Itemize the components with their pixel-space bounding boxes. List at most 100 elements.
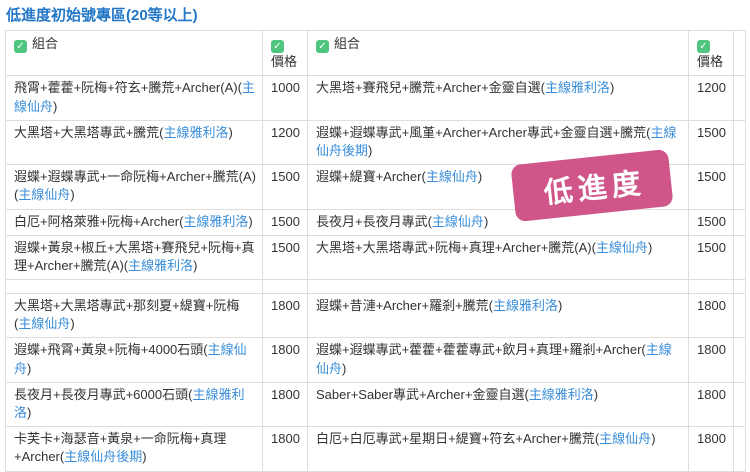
- header-label: 組合: [334, 36, 360, 51]
- header-price-left: ✓價格: [263, 31, 308, 76]
- price-cell: 1200: [689, 76, 734, 120]
- stub-cell: [734, 294, 746, 338]
- combo-text-end: ): [478, 169, 482, 184]
- price-cell: 1200: [263, 120, 308, 164]
- combo-text-end: ): [70, 316, 74, 331]
- header-combo-left: ✓ 組合: [6, 31, 263, 76]
- combo-text-end: ): [594, 387, 598, 402]
- combo-text-end: ): [558, 298, 562, 313]
- stub-cell: [734, 165, 746, 209]
- price-cell: 1800: [263, 294, 308, 338]
- combo-text: 大黑塔+大黑塔專武+騰荒(: [14, 125, 164, 140]
- route-tag: 主線雅利洛: [529, 387, 594, 402]
- combo-text: 遐蝶+昔漣+Archer+羅剎+騰荒(: [316, 298, 493, 313]
- table-body: 飛霄+藿藿+阮梅+符玄+騰荒+Archer(A)(主線仙舟)1000大黑塔+賽飛…: [6, 76, 746, 471]
- price-cell: 1500: [689, 165, 734, 209]
- combo-text: 大黑塔+賽飛兒+騰荒+Archer+金靈自選(: [316, 80, 545, 95]
- header-label: 價格: [697, 54, 723, 69]
- price-cell: 1500: [689, 235, 734, 279]
- checkbox-checked-icon: ✓: [316, 40, 329, 53]
- checkbox-checked-icon: ✓: [14, 40, 27, 53]
- price-cell: 1500: [689, 209, 734, 235]
- combo-text-end: ): [610, 80, 614, 95]
- combo-cell: 大黑塔+賽飛兒+騰荒+Archer+金靈自選(主線雅利洛): [308, 76, 689, 120]
- combo-text-end: ): [484, 214, 488, 229]
- table-row: 遐蝶+黃泉+椒丘+大黑塔+賽飛兒+阮梅+真理+Archer+騰荒(A)(主線雅利…: [6, 235, 746, 279]
- combo-text: 長夜月+長夜月專武+6000石頭(: [14, 387, 192, 402]
- price-table: ✓組合 ✓價格 ✓組合 ✓價格 飛霄+藿藿+阮梅+符玄+騰荒+Archer(A)…: [5, 30, 746, 472]
- combo-text: Saber+Saber專武+Archer+金靈自選(: [316, 387, 529, 402]
- stub-cell: [734, 382, 746, 426]
- stub-cell: [734, 280, 746, 294]
- price-cell: 1800: [263, 338, 308, 382]
- combo-text-end: ): [648, 240, 652, 255]
- route-tag: 主線雅利洛: [545, 80, 610, 95]
- stub-cell: [734, 76, 746, 120]
- header-combo-right: ✓ 組合: [308, 31, 689, 76]
- route-tag: 主線雅利洛: [128, 258, 193, 273]
- combo-text-end: ): [342, 361, 346, 376]
- combo-text: 遐蝶+遐蝶專武+藿藿+藿藿專武+飲月+真理+羅剎+Archer(: [316, 342, 646, 357]
- combo-cell: 大黑塔+大黑塔專武+那刻夏+緹寶+阮梅(主線仙舟): [6, 294, 263, 338]
- route-tag: 主線仙舟: [432, 214, 484, 229]
- combo-text: 遐蝶+遐蝶專武+風堇+Archer+Archer專武+金靈自選+騰荒(: [316, 125, 650, 140]
- route-tag: 主線仙舟後期: [64, 449, 142, 464]
- combo-text-end: ): [70, 187, 74, 202]
- combo-cell: 長夜月+長夜月專武+6000石頭(主線雅利洛): [6, 382, 263, 426]
- combo-text-end: ): [368, 143, 372, 158]
- table-header-row: ✓組合 ✓價格 ✓組合 ✓價格: [6, 31, 746, 76]
- combo-text-end: ): [53, 99, 57, 114]
- combo-text-end: ): [229, 125, 233, 140]
- price-cell: 1500: [689, 120, 734, 164]
- combo-cell: Saber+Saber專武+Archer+金靈自選(主線雅利洛): [308, 382, 689, 426]
- price-cell: 1500: [263, 235, 308, 279]
- combo-cell: 長夜月+長夜月專武(主線仙舟): [308, 209, 689, 235]
- price-cell: 1800: [263, 427, 308, 471]
- combo-text: 大黑塔+大黑塔專武+阮梅+真理+Archer+騰荒(A)(: [316, 240, 596, 255]
- header-label: 組合: [32, 36, 58, 51]
- stub-cell: [734, 120, 746, 164]
- price-cell: [689, 280, 734, 294]
- combo-cell: 遐蝶+遐蝶專武+藿藿+藿藿專武+飲月+真理+羅剎+Archer(主線仙舟): [308, 338, 689, 382]
- route-tag: 主線仙舟: [596, 240, 648, 255]
- stub-cell: [734, 427, 746, 471]
- combo-cell: [308, 280, 689, 294]
- header-stub: [734, 31, 746, 76]
- combo-text-end: ): [27, 361, 31, 376]
- combo-text-end: ): [248, 214, 252, 229]
- table-row: 卡芙卡+海瑟音+黃泉+一命阮梅+真理+Archer(主線仙舟後期)1800白厄+…: [6, 427, 746, 471]
- combo-cell: 遐蝶+遐蝶專武+一命阮梅+Archer+騰荒(A)(主線仙舟): [6, 165, 263, 209]
- route-tag: 主線仙舟: [18, 187, 70, 202]
- table-row: 白厄+阿格萊雅+阮梅+Archer(主線雅利洛)1500長夜月+長夜月專武(主線…: [6, 209, 746, 235]
- header-label: 價格: [271, 54, 297, 69]
- combo-cell: 飛霄+藿藿+阮梅+符玄+騰荒+Archer(A)(主線仙舟): [6, 76, 263, 120]
- table-row: 遐蝶+飛霄+黃泉+阮梅+4000石頭(主線仙舟)1800遐蝶+遐蝶專武+藿藿+藿…: [6, 338, 746, 382]
- price-cell: 1800: [689, 382, 734, 426]
- table-row: 長夜月+長夜月專武+6000石頭(主線雅利洛)1800Saber+Saber專武…: [6, 382, 746, 426]
- combo-cell: 白厄+阿格萊雅+阮梅+Archer(主線雅利洛): [6, 209, 263, 235]
- combo-cell: 白厄+白厄專武+星期日+緹寶+符玄+Archer+騰荒(主線仙舟): [308, 427, 689, 471]
- route-tag: 主線仙舟: [426, 169, 478, 184]
- price-cell: 1000: [263, 76, 308, 120]
- combo-cell: 大黑塔+大黑塔專武+騰荒(主線雅利洛): [6, 120, 263, 164]
- header-price-right: ✓價格: [689, 31, 734, 76]
- combo-text: 飛霄+藿藿+阮梅+符玄+騰荒+Archer(A)(: [14, 80, 242, 95]
- route-tag: 主線雅利洛: [493, 298, 558, 313]
- route-tag: 主線仙舟: [18, 316, 70, 331]
- combo-cell: 大黑塔+大黑塔專武+阮梅+真理+Archer+騰荒(A)(主線仙舟): [308, 235, 689, 279]
- combo-cell: 卡芙卡+海瑟音+黃泉+一命阮梅+真理+Archer(主線仙舟後期): [6, 427, 263, 471]
- combo-cell: [6, 280, 263, 294]
- page-title: 低進度初始號專區(20等以上): [6, 7, 750, 25]
- combo-text-end: ): [142, 449, 146, 464]
- table-row: [6, 280, 746, 294]
- combo-text: 長夜月+長夜月專武(: [316, 214, 432, 229]
- price-cell: 1800: [689, 294, 734, 338]
- stub-cell: [734, 209, 746, 235]
- route-tag: 主線仙舟: [599, 431, 651, 446]
- route-tag: 主線雅利洛: [183, 214, 248, 229]
- price-cell: 1800: [263, 382, 308, 426]
- stub-cell: [734, 338, 746, 382]
- combo-cell: 遐蝶+飛霄+黃泉+阮梅+4000石頭(主線仙舟): [6, 338, 263, 382]
- checkbox-checked-icon: ✓: [271, 40, 284, 53]
- table-row: 飛霄+藿藿+阮梅+符玄+騰荒+Archer(A)(主線仙舟)1000大黑塔+賽飛…: [6, 76, 746, 120]
